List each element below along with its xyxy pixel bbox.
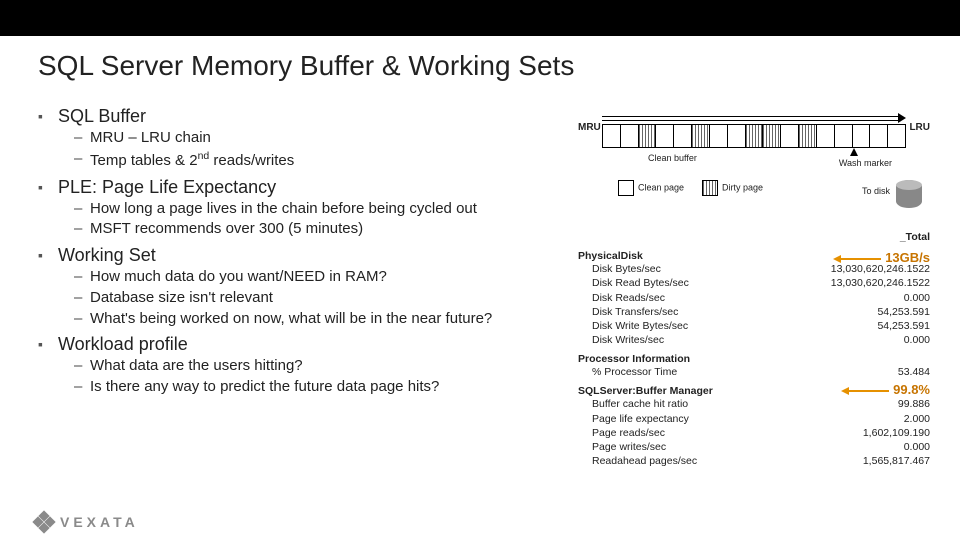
sub-ple-desc: How long a page lives in the chain befor…	[74, 200, 578, 219]
bullet-column: SQL Buffer MRU – LRU chain Temp tables &…	[38, 100, 578, 468]
sub-ws-2: Database size isn't relevant	[74, 289, 578, 308]
dirty-swatch-icon	[702, 180, 718, 196]
perf-counter-value: 0.000	[904, 440, 930, 454]
perf-counter-value: 1,602,109.190	[863, 426, 930, 440]
legend-dirty: Dirty page	[722, 182, 763, 192]
clean-buffer-label: Clean buffer	[648, 153, 697, 163]
callout-throughput: 13GB/s	[885, 250, 930, 265]
to-disk-label: To disk	[862, 186, 890, 196]
perf-counter-value: 2.000	[904, 412, 930, 426]
slide-title: SQL Server Memory Buffer & Working Sets	[38, 50, 930, 82]
buffer-chain-diagram: MRU LRU Clean buffer Wash marker Clean p…	[578, 110, 930, 220]
perf-counter-value: 0.000	[904, 291, 930, 305]
bullet-ple: PLE: Page Life Expectancy	[38, 177, 578, 198]
sub-temp-tables: Temp tables & 2nd reads/writes	[74, 150, 578, 171]
perf-row: Disk Write Bytes/sec 54,253.591	[578, 319, 930, 333]
perf-counter-name: Page life expectancy	[578, 412, 689, 426]
callout-hitratio: 99.8%	[893, 382, 930, 397]
perf-counter-value: 53.484	[898, 365, 930, 379]
perf-counters: _Total PhysicalDiskDisk Bytes/sec13,030,…	[578, 230, 930, 468]
perf-counter-name: Buffer cache hit ratio	[578, 397, 688, 411]
sub-wl-1: What data are the users hitting?	[74, 357, 578, 376]
perf-counter-value: 54,253.591	[877, 319, 930, 333]
perf-counter-value: 13,030,620,246.1522	[831, 276, 930, 290]
perf-row: Disk Bytes/sec13,030,620,246.1522	[578, 262, 930, 276]
perf-counter-name: Readahead pages/sec	[578, 454, 697, 468]
bullet-working-set: Working Set	[38, 245, 578, 266]
sub-ws-3: What's being worked on now, what will be…	[74, 310, 578, 329]
perf-row: Readahead pages/sec 1,565,817.467	[578, 454, 930, 468]
chain-arrow-icon	[602, 114, 906, 122]
sub-mru-lru: MRU – LRU chain	[74, 129, 578, 148]
perf-counter-name: Disk Reads/sec	[578, 291, 665, 305]
top-black-bar	[0, 0, 960, 36]
perf-counter-name: Disk Bytes/sec	[578, 262, 661, 276]
bullet-workload: Workload profile	[38, 334, 578, 355]
perf-counter-name: Disk Write Bytes/sec	[578, 319, 688, 333]
to-disk: To disk	[862, 180, 922, 202]
logo-text: VEXATA	[60, 514, 139, 530]
sub-wl-2: Is there any way to predict the future d…	[74, 378, 578, 397]
vexata-logo: VEXATA	[34, 512, 139, 532]
wash-marker-label: Wash marker	[839, 158, 892, 168]
perf-counter-name: Page reads/sec	[578, 426, 665, 440]
logo-icon	[34, 512, 54, 532]
perf-row: Disk Transfers/sec 54,253.591	[578, 305, 930, 319]
perf-row: % Processor Time 53.484	[578, 365, 930, 379]
perf-group: PhysicalDisk	[578, 250, 930, 262]
buffer-chain	[602, 124, 906, 148]
perf-row: Page reads/sec 1,602,109.190	[578, 426, 930, 440]
perf-row: Disk Writes/sec 0.000	[578, 333, 930, 347]
perf-total-header: _Total	[900, 230, 930, 244]
slide-body: SQL Server Memory Buffer & Working Sets …	[0, 36, 960, 540]
perf-counter-name: Disk Writes/sec	[578, 333, 664, 347]
legend: Clean page Dirty page	[618, 180, 763, 196]
perf-counter-name: Page writes/sec	[578, 440, 666, 454]
perf-counter-value: 1,565,817.467	[863, 454, 930, 468]
disk-icon	[896, 180, 922, 202]
sub-ple-msft: MSFT recommends over 300 (5 minutes)	[74, 220, 578, 239]
clean-swatch-icon	[618, 180, 634, 196]
wash-marker-arrow-icon	[850, 148, 858, 156]
perf-group: Processor Information	[578, 353, 930, 365]
diagram-column: MRU LRU Clean buffer Wash marker Clean p…	[578, 100, 930, 468]
perf-row: Disk Read Bytes/sec 13,030,620,246.1522	[578, 276, 930, 290]
lru-label: LRU	[909, 122, 930, 133]
perf-counter-name: Disk Transfers/sec	[578, 305, 678, 319]
perf-counter-name: % Processor Time	[578, 365, 677, 379]
bullet-sql-buffer: SQL Buffer	[38, 106, 578, 127]
perf-counter-value: 99.886	[898, 397, 930, 411]
perf-row: Page writes/sec 0.000	[578, 440, 930, 454]
perf-counter-value: 0.000	[904, 333, 930, 347]
perf-row: Buffer cache hit ratio 99.886	[578, 397, 930, 411]
sub-ws-1: How much data do you want/NEED in RAM?	[74, 268, 578, 287]
legend-clean: Clean page	[638, 182, 684, 192]
perf-counter-value: 54,253.591	[877, 305, 930, 319]
mru-label: MRU	[578, 122, 601, 133]
perf-counter-name: Disk Read Bytes/sec	[578, 276, 689, 290]
perf-row: Page life expectancy 2.000	[578, 412, 930, 426]
perf-row: Disk Reads/sec 0.000	[578, 291, 930, 305]
